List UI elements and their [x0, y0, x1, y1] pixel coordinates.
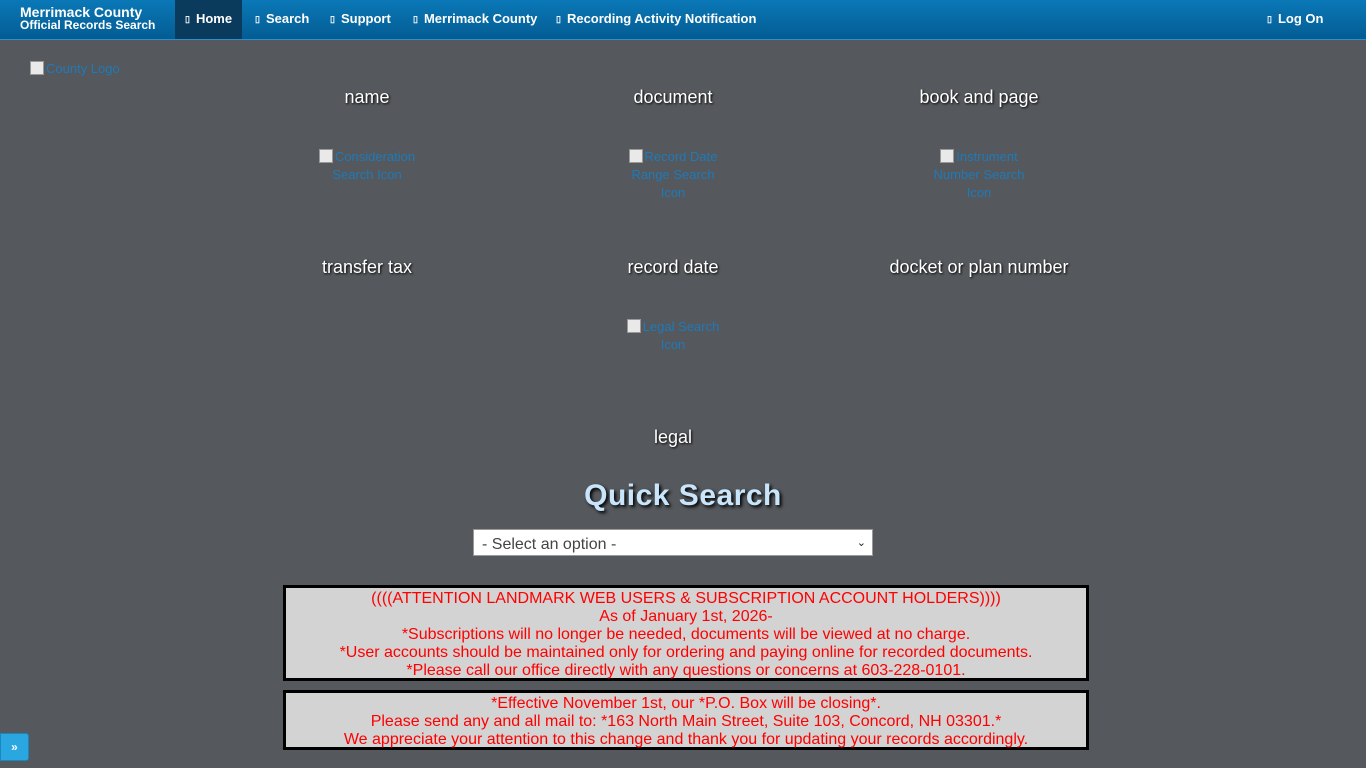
subscription-notice: ((((ATTENTION LANDMARK WEB USERS & SUBSC…	[283, 585, 1089, 681]
nav-home[interactable]: ▯ Home	[175, 0, 243, 39]
quick-search-select[interactable]: - Select an option - ⌄	[473, 529, 873, 556]
tile-docket-icon[interactable]: Instrument Number Search Icon	[826, 148, 1132, 202]
brand[interactable]: Merrimack County Official Records Search	[20, 5, 156, 32]
tile-record-date-icon[interactable]: Record Date Range Search Icon	[520, 148, 826, 202]
tile-book-and-page-label[interactable]: book and page	[826, 87, 1132, 108]
quick-search-selected: - Select an option -	[482, 536, 617, 553]
notice1-line: ((((ATTENTION LANDMARK WEB USERS & SUBSC…	[371, 590, 1001, 607]
notice1-line: As of January 1st, 2026-	[599, 608, 773, 625]
broken-image-icon	[318, 149, 333, 163]
county-logo-alt: County Logo	[46, 61, 120, 76]
tile-name-label[interactable]: name	[214, 87, 520, 108]
nav-support-label: Support	[340, 11, 391, 26]
notice2-line: Please send any and all mail to: *163 No…	[370, 713, 1002, 730]
building-icon: ▯	[413, 14, 418, 24]
nav-notification-label: Recording Activity Notification	[566, 11, 757, 26]
bell-icon: ▯	[556, 14, 561, 24]
tile-document-label[interactable]: document	[520, 87, 826, 108]
support-icon: ▯	[330, 14, 335, 24]
po-box-notice: *Effective November 1st, our *P.O. Box w…	[283, 690, 1089, 750]
search-icon: ▯	[255, 14, 260, 24]
legal-icon-alt: Legal Search Icon	[642, 319, 720, 352]
notice1-line: *Please call our office directly with an…	[406, 662, 966, 679]
nav-support[interactable]: ▯ Support	[330, 0, 391, 39]
user-icon: ▯	[1267, 14, 1272, 24]
nav-login-label: Log On	[1277, 11, 1324, 26]
sidebar-toggle-button[interactable]: »	[0, 733, 29, 761]
tile-legal-icon[interactable]: Legal Search Icon	[520, 318, 826, 354]
broken-image-icon	[628, 149, 643, 163]
tile-book-and-page[interactable]: book and page	[826, 87, 1132, 108]
tile-transfer-tax-label[interactable]: transfer tax	[214, 257, 520, 278]
record-date-search-icon[interactable]: Record Date Range Search Icon	[622, 148, 724, 202]
legal-search-icon[interactable]: Legal Search Icon	[622, 318, 724, 354]
tile-docket-label[interactable]: docket or plan number	[826, 257, 1132, 278]
consideration-icon-alt: Consideration Search Icon	[332, 149, 416, 182]
nav-search[interactable]: ▯ Search	[255, 0, 309, 39]
tile-legal-label[interactable]: legal	[520, 427, 826, 448]
quick-search-title: Quick Search	[584, 479, 782, 512]
home-icon: ▯	[185, 14, 190, 24]
top-navbar: Merrimack County Official Records Search…	[0, 0, 1366, 40]
broken-image-icon	[626, 319, 641, 333]
tile-record-date[interactable]: record date	[520, 257, 826, 278]
consideration-search-icon[interactable]: Consideration Search Icon	[316, 148, 418, 184]
broken-image-icon	[30, 61, 44, 75]
record-date-icon-alt: Record Date Range Search Icon	[631, 149, 718, 200]
tile-document[interactable]: document	[520, 87, 826, 108]
nav-recording-notification[interactable]: ▯ Recording Activity Notification	[556, 0, 756, 39]
nav-log-on[interactable]: ▯ Log On	[1267, 0, 1323, 39]
nav-search-label: Search	[265, 11, 310, 26]
brand-line2: Official Records Search	[20, 18, 156, 32]
nav-merrimack-county[interactable]: ▯ Merrimack County	[413, 0, 537, 39]
tile-transfer-tax-icon[interactable]: Consideration Search Icon	[214, 148, 520, 184]
nav-county-label: Merrimack County	[423, 11, 538, 26]
notice1-line: *User accounts should be maintained only…	[339, 644, 1033, 661]
tile-docket-or-plan[interactable]: docket or plan number	[826, 257, 1132, 278]
notice1-line: *Subscriptions will no longer be needed,…	[401, 626, 971, 643]
nav-home-label: Home	[195, 11, 233, 26]
instrument-number-search-icon[interactable]: Instrument Number Search Icon	[928, 148, 1030, 202]
broken-image-icon	[940, 149, 955, 163]
tile-legal[interactable]: legal	[520, 427, 826, 448]
notice2-line: We appreciate your attention to this cha…	[343, 731, 1029, 748]
notice2-line: *Effective November 1st, our *P.O. Box w…	[491, 695, 881, 712]
chevron-down-icon: ⌄	[856, 537, 866, 549]
tile-name[interactable]: name	[214, 87, 520, 108]
tile-transfer-tax[interactable]: transfer tax	[214, 257, 520, 278]
county-logo: County Logo	[30, 61, 120, 76]
tile-record-date-label[interactable]: record date	[520, 257, 826, 278]
